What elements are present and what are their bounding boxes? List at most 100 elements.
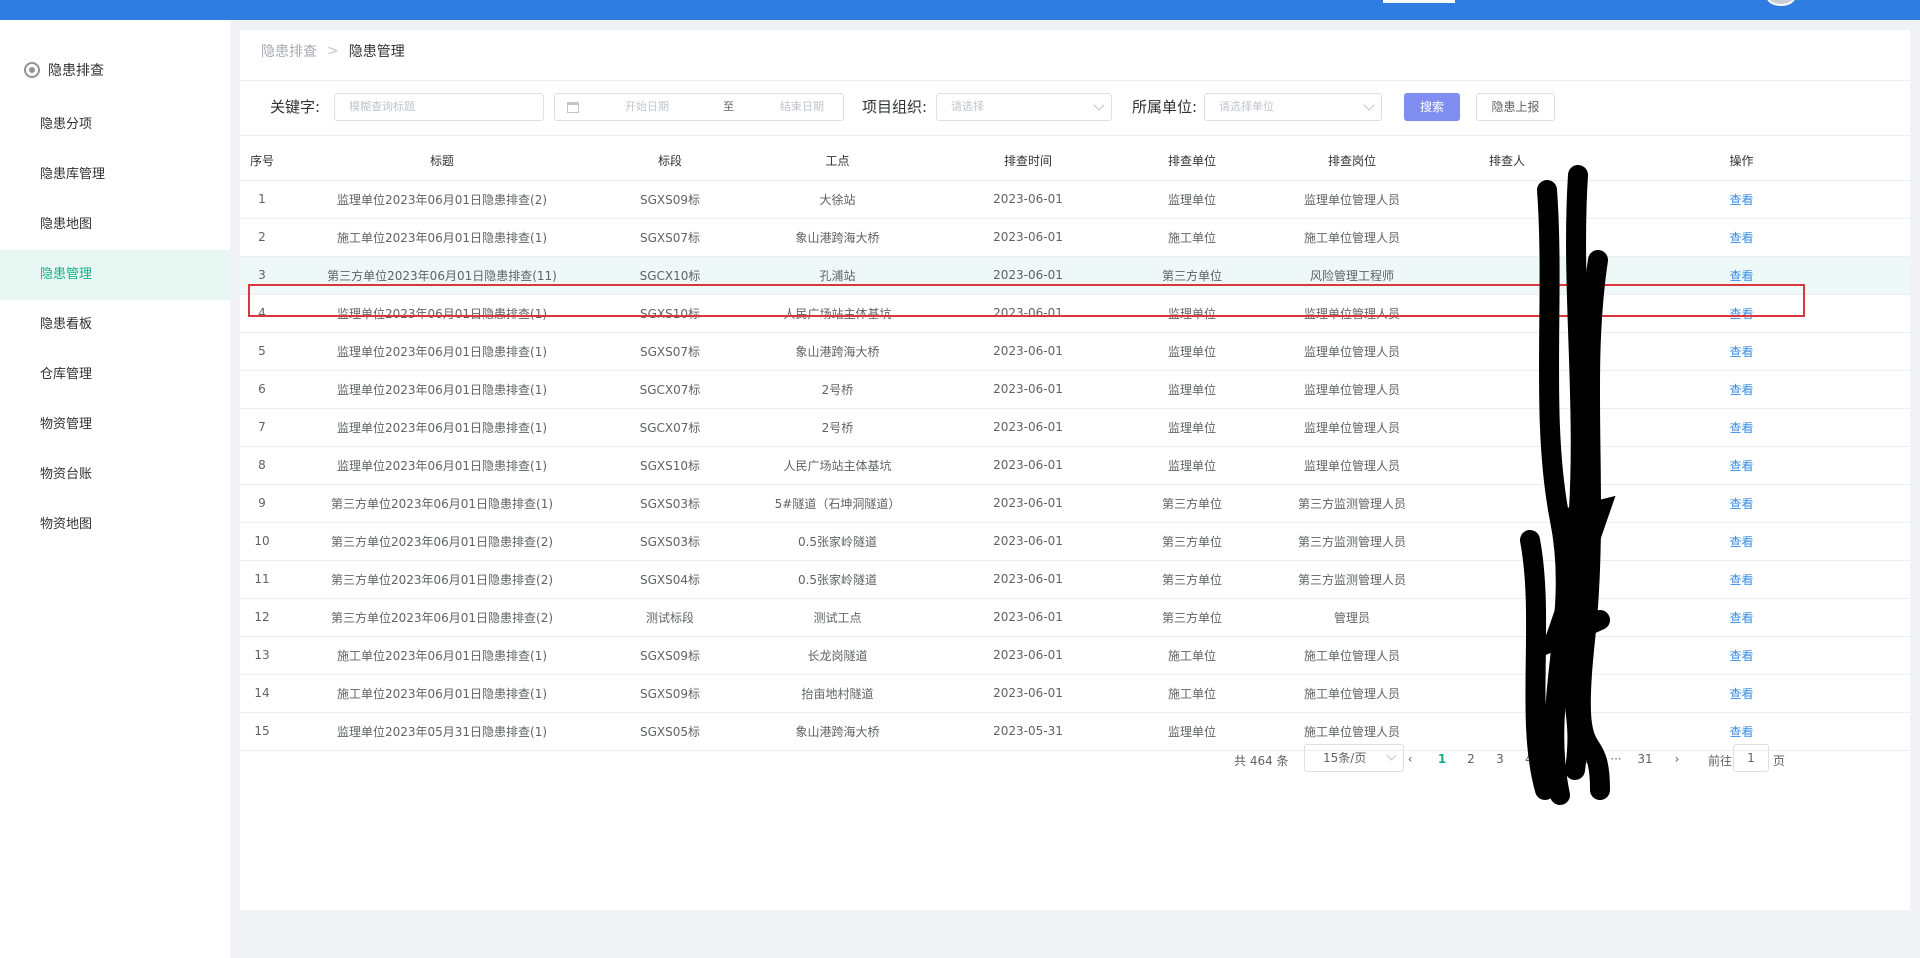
sidebar-item-material-map[interactable]: 物资地图: [0, 500, 230, 550]
view-link[interactable]: 查看: [1729, 497, 1753, 511]
view-link[interactable]: 查看: [1729, 573, 1753, 587]
table-row[interactable]: 1 监理单位2023年06月01日隐患排查(2) SGXS09标 大徐站 2023-06…: [240, 180, 1910, 219]
cell-unit: 监理单位: [1121, 370, 1263, 409]
table-row[interactable]: 7 监理单位2023年06月01日隐患排查(1) SGCX07标 2号桥 2023-06…: [240, 408, 1910, 447]
header-post: 排查岗位: [1263, 142, 1441, 181]
cell-title: 施工单位2023年06月01日隐患排查(1): [284, 636, 600, 675]
cell-site: 象山港跨海大桥: [740, 332, 935, 371]
filter-bar: 关键字: 模糊查询标题 开始日期 至 结束日期 项目组织: 请选择 所属单位: …: [240, 80, 1910, 136]
cell-section: SGXS10标: [600, 294, 740, 333]
page-size-select[interactable]: 15条/页: [1304, 744, 1404, 772]
sidebar-item-hazard-management[interactable]: 隐患管理: [0, 250, 230, 300]
cell-title: 施工单位2023年06月01日隐患排查(1): [284, 674, 600, 713]
view-link[interactable]: 查看: [1729, 383, 1753, 397]
pagination-total: 共 464 条: [1234, 754, 1289, 768]
view-link[interactable]: 查看: [1729, 421, 1753, 435]
user-avatar[interactable]: [1766, 0, 1796, 6]
view-link[interactable]: 查看: [1729, 611, 1753, 625]
view-link[interactable]: 查看: [1729, 345, 1753, 359]
goto-page-input[interactable]: 1: [1733, 744, 1769, 772]
page-ellipsis[interactable]: ···: [1605, 752, 1627, 766]
breadcrumb-separator: >: [327, 43, 339, 59]
sidebar-item-warehouse[interactable]: 仓库管理: [0, 350, 230, 400]
view-link[interactable]: 查看: [1729, 687, 1753, 701]
cell-post: 第三方监测管理人员: [1263, 522, 1441, 561]
view-link[interactable]: 查看: [1729, 231, 1753, 245]
sidebar-item-hazard-dashboard[interactable]: 隐患看板: [0, 300, 230, 350]
cell-no: 12: [240, 598, 284, 637]
prev-page-button[interactable]: ‹: [1399, 752, 1421, 766]
breadcrumb-parent[interactable]: 隐患排查: [261, 41, 317, 61]
page-6[interactable]: 6: [1576, 752, 1598, 766]
cell-post: 施工单位管理人员: [1263, 636, 1441, 675]
cell-unit: 监理单位: [1121, 294, 1263, 333]
cell-section: SGXS03标: [600, 522, 740, 561]
header-action: 操作: [1573, 142, 1910, 181]
page-3[interactable]: 3: [1489, 752, 1511, 766]
sidebar-group-hazard-check[interactable]: 隐患排查: [0, 38, 230, 102]
table-row[interactable]: 12 第三方单位2023年06月01日隐患排查(2) 测试标段 测试工点 2023-06…: [240, 598, 1910, 637]
table-row[interactable]: 14 施工单位2023年06月01日隐患排查(1) SGXS09标 抬亩地村隧道 202…: [240, 674, 1910, 713]
pagination: 共 464 条 15条/页 ‹ 1 2 3 4 5 6 ··· 31 › 前往 …: [240, 744, 1910, 776]
table-row[interactable]: 6 监理单位2023年06月01日隐患排查(1) SGCX07标 2号桥 2023-06…: [240, 370, 1910, 409]
keyword-label: 关键字:: [270, 98, 321, 116]
table-row[interactable]: 3 第三方单位2023年06月01日隐患排查(11) SGCX10标 孔浦站 2023-…: [240, 256, 1910, 295]
cell-inspector: [1441, 636, 1573, 675]
table-row[interactable]: 8 监理单位2023年06月01日隐患排查(1) SGXS10标 人民广场站主体基坑 2…: [240, 446, 1910, 485]
cell-post: 监理单位管理人员: [1263, 446, 1441, 485]
view-link[interactable]: 查看: [1729, 459, 1753, 473]
table-row[interactable]: 13 施工单位2023年06月01日隐患排查(1) SGXS09标 长龙岗隧道 2023…: [240, 636, 1910, 675]
sidebar-item-hazard-map[interactable]: 隐患地图: [0, 200, 230, 250]
page-4[interactable]: 4: [1518, 752, 1540, 766]
view-link[interactable]: 查看: [1729, 193, 1753, 207]
org-select[interactable]: 请选择: [936, 93, 1112, 121]
page-5[interactable]: 5: [1547, 752, 1569, 766]
view-link[interactable]: 查看: [1729, 307, 1753, 321]
table-row[interactable]: 4 监理单位2023年06月01日隐患排查(1) SGXS10标 人民广场站主体基坑 2…: [240, 294, 1910, 333]
sidebar-group-label: 隐患排查: [48, 63, 104, 79]
cell-post: 风险管理工程师: [1263, 256, 1441, 295]
page-1[interactable]: 1: [1431, 752, 1453, 766]
view-link[interactable]: 查看: [1729, 269, 1753, 283]
cell-no: 4: [240, 294, 284, 333]
cell-date: 2023-06-01: [935, 370, 1121, 409]
header-inspector: 排查人: [1441, 142, 1573, 181]
cell-inspector: [1441, 522, 1573, 561]
view-link[interactable]: 查看: [1729, 725, 1753, 739]
page-2[interactable]: 2: [1460, 752, 1482, 766]
cell-title: 监理单位2023年06月01日隐患排查(2): [284, 180, 600, 219]
keyword-input[interactable]: 模糊查询标题: [334, 93, 544, 121]
unit-select[interactable]: 请选择单位: [1204, 93, 1382, 121]
date-range-separator: 至: [723, 100, 734, 113]
goto-label: 前往: [1708, 754, 1733, 768]
view-link[interactable]: 查看: [1729, 649, 1753, 663]
cell-no: 11: [240, 560, 284, 599]
sidebar-item-materials[interactable]: 物资管理: [0, 400, 230, 450]
date-range-picker[interactable]: 开始日期 至 结束日期: [554, 93, 844, 121]
header-badge[interactable]: [1383, 0, 1455, 3]
cell-section: SGXS03标: [600, 484, 740, 523]
cell-action: 查看: [1573, 294, 1910, 333]
cell-unit: 第三方单位: [1121, 522, 1263, 561]
sidebar-item-hazard-items[interactable]: 隐患分项: [0, 100, 230, 150]
next-page-button[interactable]: ›: [1666, 752, 1688, 766]
cell-post: 施工单位管理人员: [1263, 674, 1441, 713]
cell-section: 测试标段: [600, 598, 740, 637]
sidebar-item-hazard-library[interactable]: 隐患库管理: [0, 150, 230, 200]
cell-date: 2023-06-01: [935, 332, 1121, 371]
cell-date: 2023-06-01: [935, 256, 1121, 295]
cell-unit: 第三方单位: [1121, 598, 1263, 637]
breadcrumb: 隐患排查 > 隐患管理: [240, 30, 1910, 72]
report-hazard-button[interactable]: 隐患上报: [1476, 93, 1555, 121]
table-row[interactable]: 5 监理单位2023年06月01日隐患排查(1) SGXS07标 象山港跨海大桥 202…: [240, 332, 1910, 371]
cell-no: 6: [240, 370, 284, 409]
cell-site: 5#隧道（石坤洞隧道）: [740, 484, 935, 523]
sidebar-item-material-ledger[interactable]: 物资台账: [0, 450, 230, 500]
page-31[interactable]: 31: [1634, 752, 1656, 766]
table-row[interactable]: 10 第三方单位2023年06月01日隐患排查(2) SGXS03标 0.5张家岭隧道…: [240, 522, 1910, 561]
table-row[interactable]: 11 第三方单位2023年06月01日隐患排查(2) SGXS04标 0.5张家岭隧道…: [240, 560, 1910, 599]
view-link[interactable]: 查看: [1729, 535, 1753, 549]
search-button[interactable]: 搜索: [1404, 93, 1460, 121]
table-row[interactable]: 9 第三方单位2023年06月01日隐患排查(1) SGXS03标 5#隧道（石坤洞隧…: [240, 484, 1910, 523]
table-row[interactable]: 2 施工单位2023年06月01日隐患排查(1) SGXS07标 象山港跨海大桥 202…: [240, 218, 1910, 257]
